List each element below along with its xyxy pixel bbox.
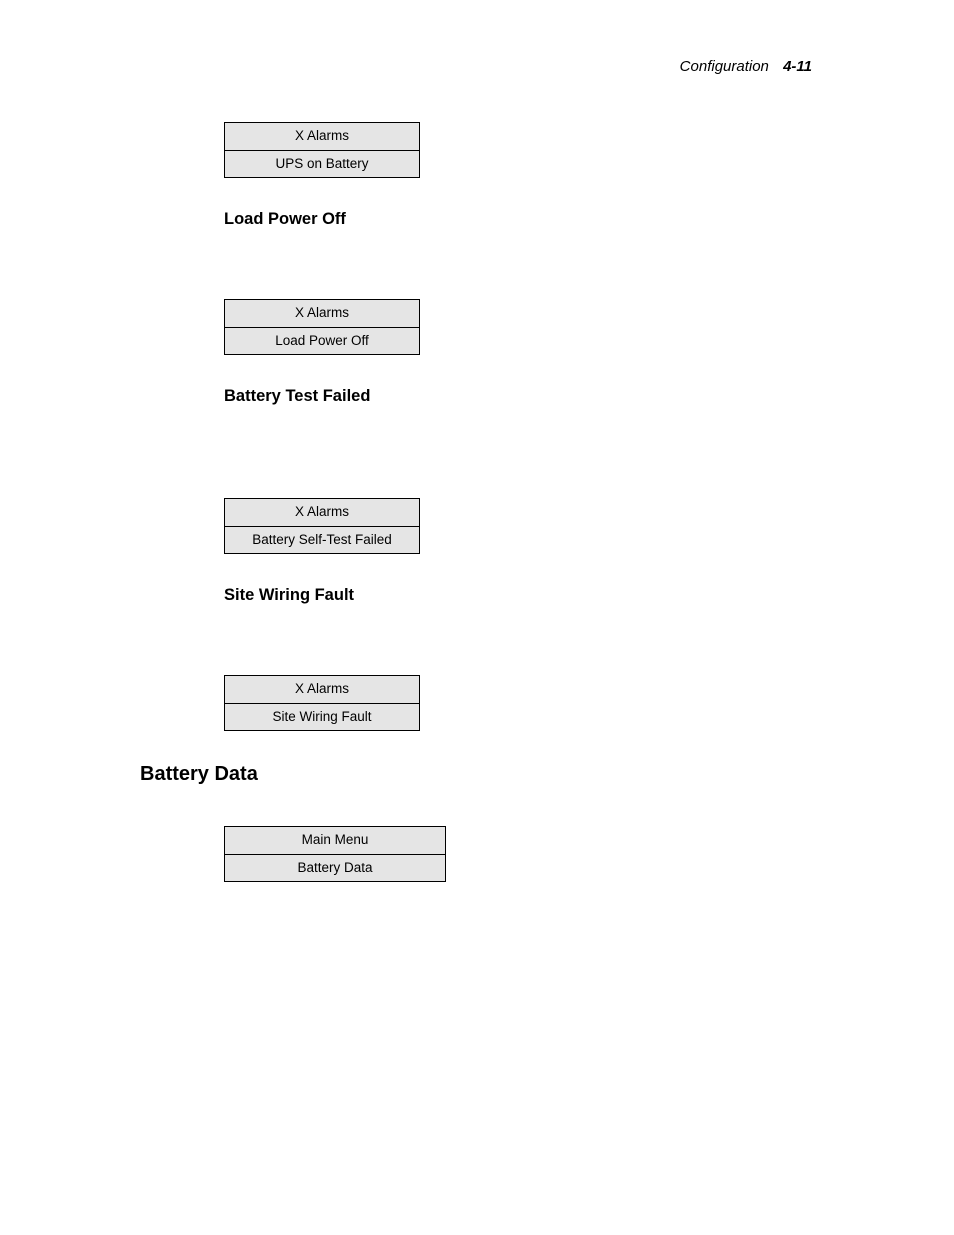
lcd-line: Main Menu <box>225 827 446 855</box>
lcd-line: UPS on Battery <box>225 150 420 178</box>
lcd-line: Site Wiring Fault <box>225 703 420 731</box>
heading-battery-test-failed: Battery Test Failed <box>224 387 820 406</box>
page: Configuration 4-11 X Alarms UPS on Batte… <box>0 0 954 1235</box>
heading-battery-data: Battery Data <box>140 763 820 786</box>
lcd-line: X Alarms <box>225 499 420 527</box>
lcd-display-battery-data: Main Menu Battery Data <box>224 826 446 882</box>
header-section-name: Configuration <box>680 58 769 75</box>
lcd-line: X Alarms <box>225 123 420 151</box>
lcd-display-site-wiring-fault: X Alarms Site Wiring Fault <box>224 675 420 731</box>
lcd-line: Load Power Off <box>225 327 420 355</box>
lcd-display-load-power-off: X Alarms Load Power Off <box>224 299 420 355</box>
lcd-line: X Alarms <box>225 676 420 704</box>
lcd-line: Battery Self-Test Failed <box>225 526 420 554</box>
heading-site-wiring-fault: Site Wiring Fault <box>224 586 820 605</box>
header-page-number: 4-11 <box>783 58 812 75</box>
lcd-line: Battery Data <box>225 854 446 882</box>
page-header: Configuration 4-11 <box>680 58 812 75</box>
lcd-line: X Alarms <box>225 300 420 328</box>
lcd-display-ups-on-battery: X Alarms UPS on Battery <box>224 122 420 178</box>
page-content: X Alarms UPS on Battery Load Power Off X… <box>140 122 820 914</box>
lcd-display-battery-test-failed: X Alarms Battery Self-Test Failed <box>224 498 420 554</box>
heading-load-power-off: Load Power Off <box>224 210 820 229</box>
